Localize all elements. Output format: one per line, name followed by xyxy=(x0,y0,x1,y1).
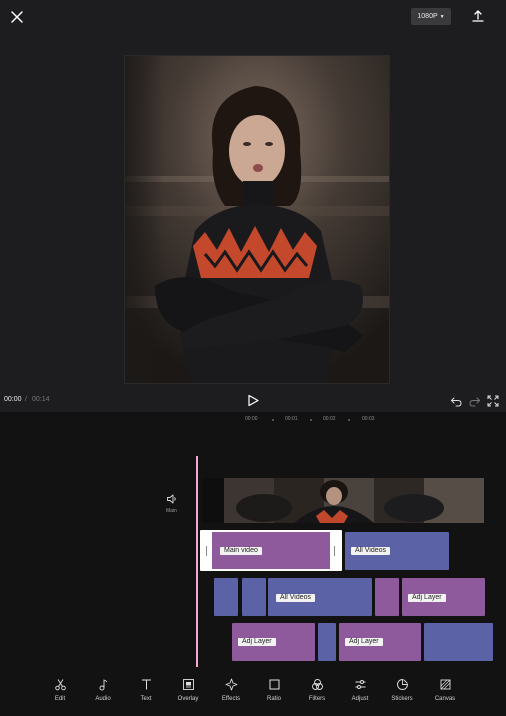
toolbar-label: Audio xyxy=(95,696,111,702)
play-icon xyxy=(248,394,259,407)
ruler-dot xyxy=(272,419,274,421)
clip-label: Adj Layer xyxy=(345,638,383,646)
clip[interactable] xyxy=(375,578,399,616)
mute-track-button[interactable] xyxy=(166,492,178,504)
undo-icon xyxy=(450,397,462,407)
toolbar-item-effects[interactable]: Effects xyxy=(211,678,251,708)
overlay-icon xyxy=(182,679,194,690)
toolbar-item-edit[interactable]: Edit xyxy=(40,678,80,708)
ruler-tick: 00:00 xyxy=(245,416,258,422)
redo-icon xyxy=(469,397,481,407)
ruler-dot xyxy=(310,419,312,421)
filters-icon xyxy=(311,679,323,690)
redo-button[interactable] xyxy=(469,394,481,407)
sticker-icon xyxy=(396,679,408,690)
resolution-label: 1080P xyxy=(417,13,438,20)
toolbar-item-overlay[interactable]: Overlay xyxy=(168,678,208,708)
clip[interactable]: All Videos xyxy=(345,532,449,570)
clip-trim-handle-left[interactable] xyxy=(202,532,212,571)
toolbar-label: Adjust xyxy=(351,696,369,702)
ruler-tick: 00:01 xyxy=(285,416,298,422)
toolbar-item-stickers[interactable]: Stickers xyxy=(382,678,422,708)
toolbar-item-filters[interactable]: Filters xyxy=(297,678,337,708)
current-time: 00:00 xyxy=(4,396,22,403)
clip[interactable] xyxy=(424,623,493,661)
canvas-icon xyxy=(440,679,450,690)
track-start-gap xyxy=(202,478,224,523)
time-separator: / xyxy=(25,396,27,403)
toolbar-label: Edit xyxy=(54,696,66,702)
clip[interactable]: Adj Layer xyxy=(339,623,421,661)
toolbar-label: Ratio xyxy=(266,696,281,702)
play-button[interactable] xyxy=(246,394,260,407)
clip[interactable]: All Videos xyxy=(268,578,372,616)
total-time: 00:14 xyxy=(32,396,50,403)
scissors-icon xyxy=(54,679,66,691)
playhead[interactable] xyxy=(196,456,198,667)
toolbar-item-canvas[interactable]: Canvas xyxy=(425,678,465,708)
video-preview[interactable] xyxy=(124,55,390,384)
export-icon xyxy=(472,10,484,22)
toolbar-label: Canvas xyxy=(434,696,456,702)
ruler-dot xyxy=(348,419,350,421)
close-button[interactable] xyxy=(8,8,26,26)
toolbar-item-ratio[interactable]: Ratio xyxy=(254,678,294,708)
text-icon xyxy=(141,679,151,690)
fullscreen-button[interactable] xyxy=(487,394,499,407)
undo-button[interactable] xyxy=(450,394,462,407)
toolbar-label: Effects xyxy=(221,696,241,702)
export-button[interactable] xyxy=(470,8,486,24)
toolbar-label: Filters xyxy=(308,696,326,702)
toolbar-label: Overlay xyxy=(177,696,199,702)
clip-label: Main video xyxy=(220,547,262,555)
clip[interactable]: Adj Layer xyxy=(402,578,485,616)
main-track-label: Main xyxy=(166,508,177,514)
ruler-tick: 00:03 xyxy=(362,416,375,422)
ruler-tick: 00:02 xyxy=(323,416,336,422)
square-icon xyxy=(269,679,279,690)
clip[interactable] xyxy=(318,623,336,661)
toolbar-item-text[interactable]: Text xyxy=(126,678,166,708)
clip-trim-handle-right[interactable] xyxy=(330,532,340,571)
clip[interactable]: Adj Layer xyxy=(232,623,315,661)
toolbar-item-adjust[interactable]: Adjust xyxy=(340,678,380,708)
speaker-icon xyxy=(167,494,176,504)
chevron-down-icon: ▼ xyxy=(439,13,445,20)
toolbar-item-audio[interactable]: Audio xyxy=(83,678,123,708)
clip-label: All Videos xyxy=(276,594,316,602)
fullscreen-icon xyxy=(487,395,499,407)
main-video-clip-selected[interactable]: Main video xyxy=(200,530,342,571)
clip-label: Adj Layer xyxy=(408,594,446,602)
music-note-icon xyxy=(99,679,107,691)
main-video-track[interactable] xyxy=(224,478,484,523)
clip-label: All Videos xyxy=(351,547,391,555)
toolbar-label: Text xyxy=(140,696,152,702)
resolution-dropdown[interactable]: 1080P ▼ xyxy=(411,8,451,25)
video-thumbnails xyxy=(224,478,484,523)
toolbar-label: Stickers xyxy=(391,696,413,702)
clip[interactable] xyxy=(242,578,266,616)
sparkle-icon xyxy=(225,678,237,691)
clip[interactable] xyxy=(214,578,238,616)
clip-label: Adj Layer xyxy=(238,638,276,646)
sliders-icon xyxy=(355,680,365,689)
close-icon xyxy=(11,11,23,23)
preview-frame-image xyxy=(125,56,389,383)
